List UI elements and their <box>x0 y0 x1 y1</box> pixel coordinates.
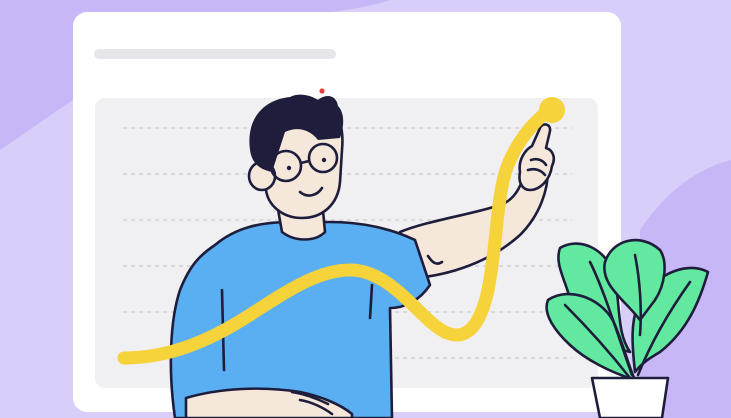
notification-dot <box>319 88 325 94</box>
trend-curve-endpoint <box>539 97 565 123</box>
person-eye <box>321 157 327 163</box>
growth-chart-illustration <box>0 0 731 418</box>
plant-pot <box>590 376 670 418</box>
person-shirt <box>169 220 432 418</box>
person-eye <box>286 165 292 171</box>
illustration-scene <box>0 0 731 418</box>
card-header-bar <box>94 49 336 59</box>
